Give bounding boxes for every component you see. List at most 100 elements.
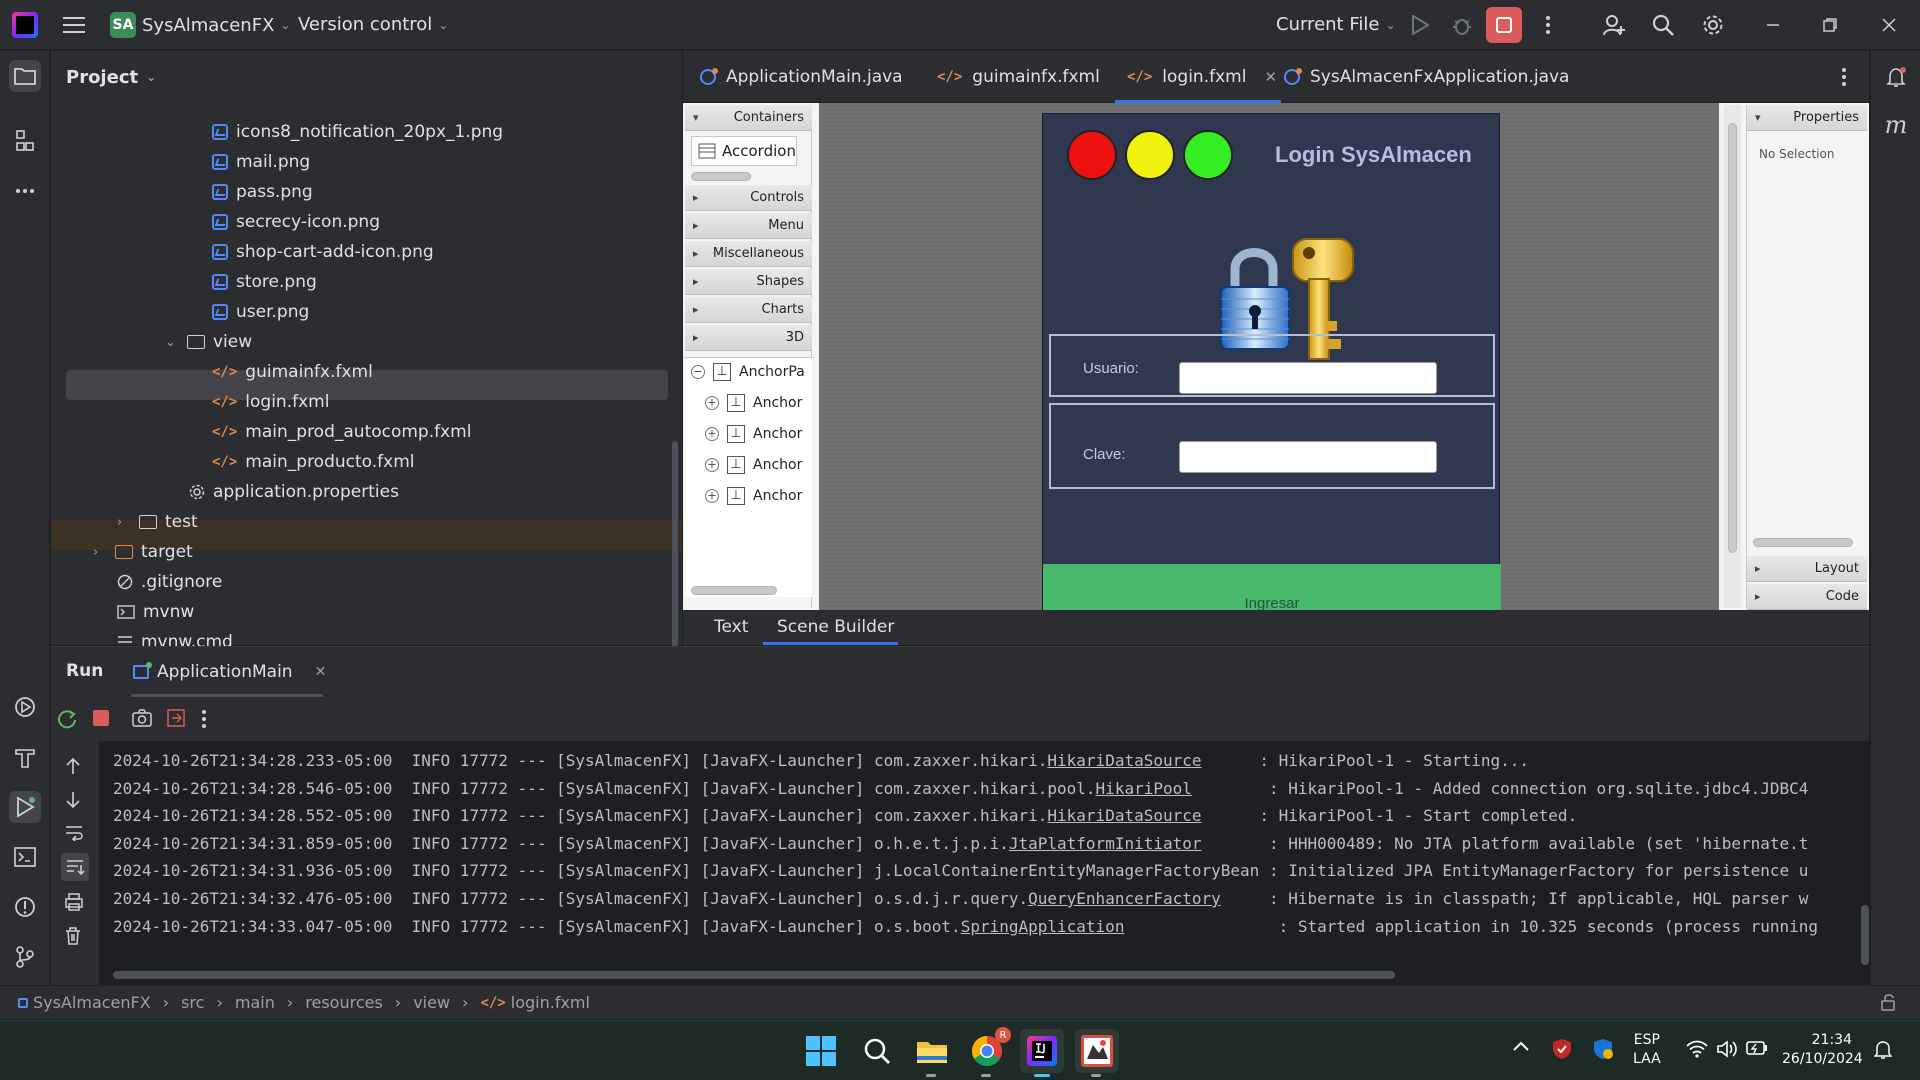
expand-icon[interactable]: + [705, 427, 719, 441]
inspector-section-properties[interactable]: Properties [1747, 105, 1867, 131]
library-item-accordion[interactable]: Accordion [691, 136, 797, 166]
tree-item[interactable]: user.png [212, 297, 309, 327]
debug-icon[interactable] [1444, 7, 1480, 43]
run-tab-applicationmain[interactable]: ApplicationMain ✕ [131, 647, 326, 697]
chrome-icon[interactable]: R [965, 1027, 1011, 1077]
breadcrumb-item[interactable]: main [235, 993, 275, 1012]
file-explorer-icon[interactable] [910, 1029, 954, 1077]
antivirus-shield-icon[interactable] [1552, 1038, 1572, 1060]
battery-icon[interactable] [1746, 1041, 1768, 1055]
project-scrollbar[interactable] [672, 441, 678, 657]
project-tool-icon[interactable] [9, 60, 41, 92]
tree-item[interactable]: store.png [212, 267, 317, 297]
tree-item[interactable]: › target [93, 537, 193, 567]
clave-input[interactable] [1179, 441, 1437, 473]
usuario-input[interactable] [1179, 362, 1437, 394]
print-icon[interactable] [65, 893, 83, 911]
library-section-miscellaneous[interactable]: Miscellaneous [685, 241, 812, 267]
terminal-tool-icon[interactable] [9, 841, 41, 873]
main-menu-icon[interactable] [56, 7, 92, 43]
tree-item[interactable]: pass.png [212, 177, 313, 207]
dump-threads-icon[interactable] [132, 709, 152, 727]
breadcrumb-item[interactable]: src [181, 993, 204, 1012]
run-config-selector[interactable]: Current File ⌄ [1276, 14, 1396, 35]
notifications-icon[interactable] [1880, 61, 1912, 93]
tree-item[interactable]: › test [117, 507, 198, 537]
inspector-section-code[interactable]: Code [1747, 584, 1867, 610]
ingresar-button[interactable]: Ingresar [1043, 564, 1501, 610]
hierarchy-scrollbar[interactable] [691, 586, 777, 595]
tree-item[interactable]: ⌄ view [165, 327, 252, 357]
problems-tool-icon[interactable] [9, 891, 41, 923]
library-section-shapes[interactable]: Shapes [685, 269, 812, 295]
run-tab-close-icon[interactable]: ✕ [315, 664, 327, 680]
hierarchy-item[interactable]: + ⊥ Anchor [705, 389, 802, 417]
tree-item[interactable]: </> main_producto.fxml [212, 447, 415, 477]
expand-icon[interactable]: + [705, 489, 719, 503]
library-section-charts[interactable]: Charts [685, 297, 812, 323]
rerun-icon[interactable] [57, 709, 77, 729]
code-with-me-icon[interactable] [1596, 7, 1632, 43]
more-tools-icon[interactable] [9, 175, 41, 207]
tree-item[interactable]: .gitignore [117, 567, 222, 597]
notification-bell-icon[interactable] [1874, 1040, 1892, 1060]
inspector-scrollbar[interactable] [1753, 538, 1853, 547]
build-tool-icon[interactable] [9, 741, 41, 773]
intellij-logo-icon[interactable] [12, 12, 38, 38]
settings-gear-icon[interactable] [1695, 7, 1731, 43]
tree-item[interactable]: mvnw [117, 597, 194, 627]
chevron-down-icon[interactable]: ⌄ [165, 335, 179, 350]
stop-run-icon[interactable] [93, 710, 109, 726]
scroll-down-icon[interactable] [65, 791, 81, 809]
hierarchy-item[interactable]: + ⊥ Anchor [705, 420, 802, 448]
library-section-3d[interactable]: 3D [685, 325, 812, 351]
library-section-controls[interactable]: Controls [685, 185, 812, 211]
minimize-icon[interactable] [1755, 7, 1791, 43]
console-horizontal-scrollbar[interactable] [113, 971, 1395, 979]
tab-sysalmacenfxapplication-java[interactable]: SysAlmacenFxApplication.java [1284, 51, 1569, 103]
more-actions-icon[interactable] [1530, 7, 1566, 43]
tree-item[interactable]: </> main_prod_autocomp.fxml [212, 417, 471, 447]
library-scrollbar[interactable] [691, 172, 751, 181]
wifi-icon[interactable] [1686, 1040, 1708, 1058]
run-more-icon[interactable] [201, 709, 207, 729]
project-selector[interactable]: SA SysAlmacenFX ⌄ [110, 12, 290, 38]
login-form-preview[interactable]: Login SysAlmacen Usuario: Clave: Ingresa… [1042, 113, 1501, 610]
close-icon[interactable] [1871, 7, 1907, 43]
clear-trash-icon[interactable] [65, 927, 81, 945]
run-icon[interactable] [1402, 7, 1438, 43]
windows-start-icon[interactable] [799, 1029, 843, 1073]
hierarchy-item[interactable]: − ⊥ AnchorPa [691, 358, 805, 386]
maven-tool-icon[interactable]: m [1880, 109, 1912, 141]
tree-item[interactable]: shop-cart-add-icon.png [212, 237, 434, 267]
expand-icon[interactable]: + [705, 458, 719, 472]
git-tool-icon[interactable] [9, 941, 41, 973]
read-only-lock-icon[interactable] [1880, 993, 1898, 1011]
intellij-taskbar-icon[interactable] [1020, 1029, 1064, 1077]
tree-item-selected[interactable]: </> login.fxml [212, 387, 329, 417]
exit-icon[interactable] [167, 709, 185, 727]
hierarchy-item[interactable]: + ⊥ Anchor [705, 451, 802, 479]
taskbar-search-icon[interactable] [855, 1029, 899, 1073]
version-control-menu[interactable]: Version control ⌄ [298, 14, 448, 35]
clock[interactable]: 21:34 26/10/2024 [1782, 1031, 1863, 1069]
maximize-icon[interactable] [1812, 7, 1848, 43]
breadcrumb-item[interactable]: </> login.fxml [480, 993, 590, 1012]
tree-item[interactable]: mail.png [212, 147, 310, 177]
input-language-indicator[interactable]: ESP LAA [1633, 1031, 1661, 1069]
security-shield-icon[interactable] [1592, 1038, 1614, 1060]
expand-icon[interactable]: + [705, 396, 719, 410]
tab-guimainfx-fxml[interactable]: </> guimainfx.fxml [937, 51, 1100, 103]
breadcrumb-item[interactable]: resources [305, 993, 383, 1012]
tree-item[interactable]: </> guimainfx.fxml [212, 357, 373, 387]
library-section-containers[interactable]: Containers [685, 105, 812, 131]
tree-item[interactable]: application.properties [189, 477, 399, 507]
canvas-vertical-scrollbar[interactable] [1724, 105, 1741, 608]
scroll-up-icon[interactable] [65, 757, 81, 775]
scene-builder-taskbar-icon[interactable] [1075, 1029, 1119, 1077]
tree-item[interactable]: secrecy-icon.png [212, 207, 380, 237]
hierarchy-item[interactable]: + ⊥ Anchor [705, 482, 802, 510]
inspector-section-layout[interactable]: Layout [1747, 556, 1867, 582]
search-icon[interactable] [1645, 7, 1681, 43]
stop-icon[interactable] [1486, 7, 1522, 43]
